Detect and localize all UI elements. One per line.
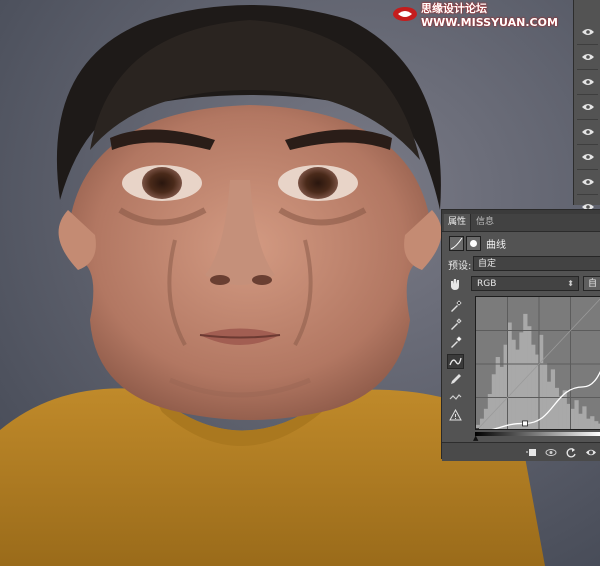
layers-panel-strip	[573, 0, 600, 220]
histogram-bar	[586, 418, 591, 429]
on-image-adjustment-icon[interactable]	[448, 277, 462, 291]
preset-row: 预设: 自定	[442, 255, 600, 273]
eye-icon[interactable]	[577, 95, 598, 120]
histogram-bar	[527, 326, 532, 429]
site-logo	[392, 6, 418, 22]
panel-bottom-bar	[442, 442, 600, 461]
curve-control-point	[476, 428, 479, 429]
eyedropper-black-icon[interactable]	[447, 299, 464, 314]
histogram-bar	[558, 396, 563, 429]
histogram-bar	[582, 406, 587, 429]
histogram-bar	[483, 408, 489, 429]
histogram-bar	[515, 349, 520, 429]
channel-select[interactable]: RGB ⬍	[471, 276, 579, 291]
auto-label: 自	[588, 279, 598, 289]
histogram-bar	[570, 408, 575, 429]
histogram-bar	[523, 313, 528, 429]
preset-value: 自定	[478, 259, 497, 269]
view-previous-icon[interactable]	[544, 446, 558, 458]
channel-row: RGB ⬍ 自	[442, 275, 600, 293]
input-gradient-bar	[475, 432, 600, 436]
curve-tools	[442, 295, 470, 440]
black-point-slider[interactable]: ▲	[473, 434, 478, 442]
tab-properties[interactable]: 属性	[444, 214, 472, 231]
eye-icon[interactable]	[577, 120, 598, 145]
histogram-bar	[594, 421, 599, 429]
histogram-bar	[550, 369, 556, 429]
histogram-bar	[495, 357, 500, 429]
properties-panel: 属性 信息 曲线 预设: 自定 RGB ⬍ 自 ▲	[441, 209, 600, 461]
histogram-bar	[487, 394, 493, 429]
smooth-icon[interactable]	[447, 390, 464, 405]
pencil-icon[interactable]	[447, 372, 464, 387]
adjustment-title: 曲线	[486, 240, 506, 251]
adjustment-title-row: 曲线	[442, 232, 600, 254]
preset-label: 预设:	[448, 261, 472, 272]
tab-info[interactable]: 信息	[472, 214, 498, 231]
histogram-bar	[542, 363, 548, 429]
histogram-bar	[511, 339, 516, 429]
histogram-bar	[578, 413, 583, 429]
visibility-icon[interactable]	[584, 446, 598, 458]
histogram-bar	[546, 381, 552, 429]
eyedropper-gray-icon[interactable]	[447, 317, 464, 332]
layer-mask-icon[interactable]	[466, 236, 481, 251]
watermark: 思缘设计论坛 WWW.MISSYUAN.COM	[392, 2, 597, 29]
eye-icon[interactable]	[577, 70, 598, 95]
histogram-bar	[554, 387, 559, 429]
preset-select[interactable]: 自定	[473, 256, 600, 271]
histogram-bar	[590, 416, 595, 429]
reset-icon[interactable]	[564, 446, 578, 458]
eye-icon[interactable]	[577, 45, 598, 70]
channel-value: RGB	[477, 279, 497, 289]
auto-button[interactable]: 自	[583, 276, 600, 291]
chevron-updown-icon: ⬍	[567, 279, 574, 288]
histogram-bar	[531, 344, 536, 429]
histogram-bar	[491, 374, 496, 429]
eye-icon[interactable]	[577, 170, 598, 195]
watermark-text: 思缘设计论坛 WWW.MISSYUAN.COM	[421, 1, 558, 29]
clipping-warning-icon[interactable]	[447, 408, 464, 423]
histogram-bar	[562, 390, 567, 429]
curves-adjustment-icon	[449, 236, 464, 251]
histogram-bar	[507, 322, 512, 429]
curve-point-icon[interactable]	[447, 354, 464, 369]
histogram-bar	[499, 366, 504, 429]
panel-tabs: 属性 信息	[442, 214, 600, 232]
curve-control-point	[522, 420, 528, 427]
histogram-bar	[539, 334, 544, 429]
histogram-bar	[574, 400, 579, 429]
eye-icon[interactable]	[577, 20, 598, 45]
clip-to-layer-icon[interactable]	[524, 446, 538, 458]
curves-graph[interactable]	[475, 296, 600, 430]
eyedropper-white-icon[interactable]	[447, 335, 464, 350]
eye-icon[interactable]	[577, 145, 598, 170]
